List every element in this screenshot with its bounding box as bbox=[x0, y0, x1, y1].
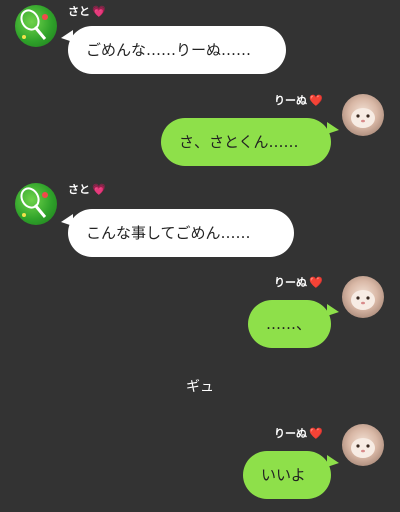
sender-name: さと 💗 bbox=[68, 181, 106, 197]
avatar[interactable] bbox=[15, 5, 57, 47]
sender-name: りーぬ ❤️ bbox=[274, 425, 323, 441]
chat-bubble-outgoing[interactable]: さ、さとくん…… bbox=[161, 118, 331, 166]
sender-name-text: さと bbox=[68, 183, 90, 196]
sender-name-text: りーぬ bbox=[274, 276, 307, 289]
sender-name: りーぬ ❤️ bbox=[274, 274, 323, 290]
sender-name: りーぬ ❤️ bbox=[274, 92, 323, 108]
heart-icon: ❤️ bbox=[309, 94, 323, 107]
chat-bubble-outgoing[interactable]: いいよ bbox=[243, 451, 331, 499]
sender-name-text: りーぬ bbox=[274, 427, 307, 440]
center-message: ギュ bbox=[186, 379, 214, 395]
avatar[interactable] bbox=[342, 424, 384, 466]
hamster-photo-icon bbox=[351, 290, 375, 310]
chat-bubble-outgoing[interactable]: ……、 bbox=[248, 300, 331, 348]
sender-name-text: りーぬ bbox=[274, 94, 307, 107]
hamster-photo-icon bbox=[351, 108, 375, 128]
chat-bubble-incoming[interactable]: こんな事してごめん…… bbox=[68, 209, 294, 257]
heart-icon: ❤️ bbox=[309, 276, 323, 289]
chat-bubble-incoming[interactable]: ごめんな……りーぬ…… bbox=[68, 26, 286, 74]
sender-name: さと 💗 bbox=[68, 3, 106, 19]
avatar[interactable] bbox=[342, 276, 384, 318]
tennis-racket-icon bbox=[20, 9, 48, 40]
avatar[interactable] bbox=[15, 183, 57, 225]
heart-icon: 💗 bbox=[92, 183, 106, 196]
heart-icon: ❤️ bbox=[309, 427, 323, 440]
hamster-photo-icon bbox=[351, 438, 375, 458]
avatar[interactable] bbox=[342, 94, 384, 136]
heart-icon: 💗 bbox=[92, 5, 106, 18]
sender-name-text: さと bbox=[68, 5, 90, 18]
tennis-racket-icon bbox=[20, 187, 48, 218]
